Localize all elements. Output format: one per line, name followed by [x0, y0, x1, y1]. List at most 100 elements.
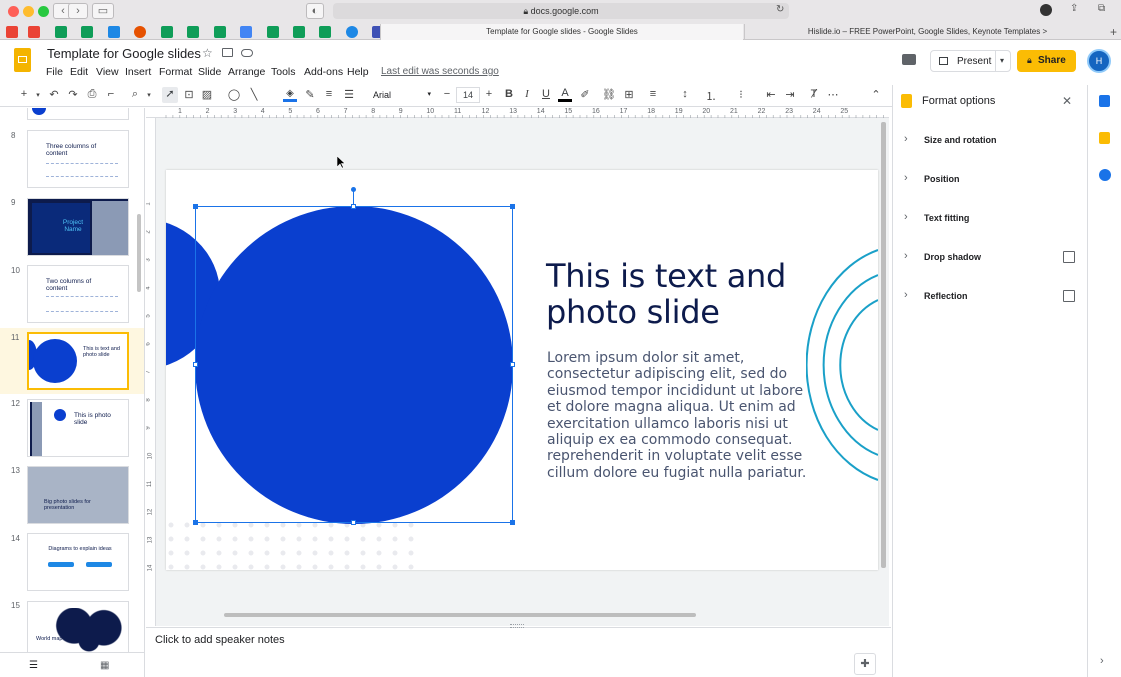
- section-drop-shadow[interactable]: › Drop shadow: [897, 245, 1085, 271]
- menu-edit[interactable]: Edit: [70, 66, 88, 78]
- menu-insert[interactable]: Insert: [125, 66, 151, 78]
- sheets-icon[interactable]: [160, 26, 173, 38]
- comment-add-icon[interactable]: ⊞: [622, 88, 636, 101]
- gmail-icon[interactable]: [6, 26, 18, 38]
- menu-view[interactable]: View: [96, 66, 119, 78]
- share-page-icon[interactable]: ⇪: [1070, 3, 1078, 14]
- rotation-handle[interactable]: [351, 187, 356, 192]
- bulleted-list-icon[interactable]: ⁝: [734, 88, 748, 101]
- border-weight-icon[interactable]: ≡: [322, 88, 336, 100]
- menu-format[interactable]: Format: [159, 66, 192, 78]
- resize-handle[interactable]: [510, 362, 515, 367]
- slide-thumbnail[interactable]: World map: [27, 601, 129, 652]
- slide-thumbnail[interactable]: Two columns of content: [27, 265, 129, 323]
- calendar-icon[interactable]: [1099, 95, 1110, 107]
- menu-tools[interactable]: Tools: [271, 66, 296, 78]
- chevron-right-icon[interactable]: ›: [1100, 655, 1104, 667]
- border-dash-icon[interactable]: ☰: [342, 88, 356, 101]
- redo-icon[interactable]: ↷: [66, 88, 80, 101]
- section-text-fitting[interactable]: › Text fitting: [897, 206, 1085, 232]
- shape-icon[interactable]: ◯: [227, 88, 241, 101]
- slide-thumbnail[interactable]: Diagrams to explain ideas: [27, 533, 129, 591]
- list-view-icon[interactable]: ☰: [29, 660, 38, 671]
- document-title[interactable]: Template for Google slides: [47, 46, 201, 61]
- sheets-icon[interactable]: [187, 26, 200, 38]
- present-button[interactable]: Present ▾: [930, 50, 1011, 72]
- reload-icon[interactable]: ↻: [776, 4, 784, 15]
- slide-heading[interactable]: This is text and photo slide: [546, 258, 786, 330]
- slide-body-text[interactable]: Lorem ipsum dolor sit amet, consectetur …: [547, 350, 847, 481]
- numbered-list-icon[interactable]: ⒈: [704, 88, 718, 104]
- slide-thumbnail[interactable]: [27, 108, 129, 120]
- menu-help[interactable]: Help: [347, 66, 369, 78]
- menu-slide[interactable]: Slide: [198, 66, 221, 78]
- forward-button[interactable]: ›: [68, 3, 88, 19]
- slide-thumbnail[interactable]: Three columns of content: [27, 130, 129, 188]
- present-dropdown-icon[interactable]: ▾: [1000, 56, 1004, 65]
- resize-handle[interactable]: [510, 204, 515, 209]
- sheets-icon[interactable]: [319, 26, 332, 38]
- align-icon[interactable]: ≡: [646, 88, 660, 100]
- last-edit-link[interactable]: Last edit was seconds ago: [381, 66, 499, 77]
- select-tool-icon[interactable]: ➚: [162, 87, 178, 103]
- resize-handle[interactable]: [193, 204, 198, 209]
- filmstrip-scrollbar[interactable]: [137, 214, 141, 292]
- speaker-notes[interactable]: Click to add speaker notes ✚: [146, 624, 891, 677]
- address-bar[interactable]: 🔒︎ docs.google.com: [333, 3, 789, 19]
- vertical-scrollbar[interactable]: [881, 122, 886, 568]
- comments-icon[interactable]: [902, 54, 916, 65]
- highlight-icon[interactable]: ✐: [578, 88, 592, 101]
- new-slide-icon[interactable]: +: [17, 88, 31, 100]
- text-color-icon[interactable]: A: [558, 87, 572, 102]
- close-icon[interactable]: ✕: [1062, 94, 1072, 108]
- new-slide-dropdown-icon[interactable]: ▾: [31, 91, 45, 99]
- menu-addons[interactable]: Add-ons: [304, 66, 343, 78]
- sheets-icon[interactable]: [292, 26, 305, 38]
- section-size-and-rotation[interactable]: › Size and rotation: [897, 128, 1085, 154]
- tasks-icon[interactable]: [1099, 169, 1111, 181]
- notes-resize-handle[interactable]: [510, 624, 524, 628]
- share-button[interactable]: 🔒︎ Share: [1017, 50, 1076, 72]
- shield-icon[interactable]: ◐: [306, 3, 324, 19]
- slide-thumbnail[interactable]: This is photo slide: [27, 399, 129, 457]
- section-position[interactable]: › Position: [897, 167, 1085, 193]
- undo-icon[interactable]: ↶: [47, 88, 61, 101]
- link-icon[interactable]: ⛓︎: [602, 88, 616, 101]
- mail-icon[interactable]: [107, 26, 120, 38]
- tab-hislide[interactable]: Hislide.io – FREE PowerPoint, Google Sli…: [744, 24, 1110, 40]
- resize-handle[interactable]: [351, 520, 356, 525]
- section-reflection[interactable]: › Reflection: [897, 284, 1085, 310]
- clear-formatting-icon[interactable]: Ⱦ: [807, 88, 821, 100]
- slide-thumbnail-selected[interactable]: This is text and photo slide: [27, 332, 129, 390]
- collapse-toolbar-icon[interactable]: ⌃: [869, 88, 883, 101]
- line-icon[interactable]: ╲: [247, 88, 261, 101]
- sidebar-toggle-icon[interactable]: ▭: [92, 3, 114, 19]
- line-spacing-icon[interactable]: ↕: [678, 88, 692, 100]
- resize-handle[interactable]: [193, 362, 198, 367]
- explore-icon[interactable]: ✚: [854, 653, 876, 675]
- menu-arrange[interactable]: Arrange: [228, 66, 265, 78]
- zoom-window-button[interactable]: [38, 6, 49, 17]
- tab-google-slides[interactable]: Template for Google slides - Google Slid…: [380, 24, 743, 40]
- italic-icon[interactable]: I: [520, 88, 534, 100]
- border-color-icon[interactable]: ✎: [303, 88, 317, 101]
- keep-icon[interactable]: [1099, 132, 1110, 144]
- font-size-decrease-icon[interactable]: −: [440, 88, 454, 100]
- grid-view-icon[interactable]: ▦: [100, 660, 109, 671]
- slide-thumbnail[interactable]: Project Name: [27, 198, 129, 256]
- new-tab-icon[interactable]: +: [1110, 25, 1117, 39]
- reflection-checkbox[interactable]: [1063, 290, 1075, 302]
- resize-handle[interactable]: [510, 520, 515, 525]
- decrease-indent-icon[interactable]: ⇤: [764, 88, 778, 101]
- paint-format-icon[interactable]: ⌐: [104, 88, 118, 100]
- sheets-icon[interactable]: [54, 26, 67, 38]
- more-icon[interactable]: ⋯: [826, 88, 840, 101]
- underline-icon[interactable]: U: [539, 88, 553, 100]
- print-icon[interactable]: ⎙: [85, 88, 99, 101]
- chrome-icon[interactable]: [345, 26, 358, 38]
- horizontal-scrollbar[interactable]: [224, 613, 696, 617]
- minimize-window-button[interactable]: [23, 6, 34, 17]
- sheets-icon[interactable]: [213, 26, 226, 38]
- cloud-icon[interactable]: [241, 49, 253, 57]
- font-size-increase-icon[interactable]: +: [482, 88, 496, 100]
